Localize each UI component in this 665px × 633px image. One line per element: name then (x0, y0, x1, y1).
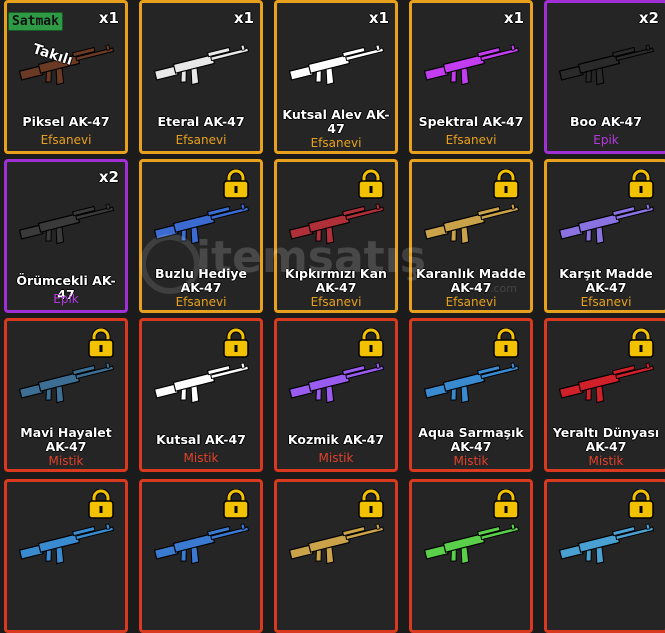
item-rarity: Efsanevi (310, 136, 362, 150)
ak47-rifle-icon (288, 362, 385, 404)
item-rarity: Efsanevi (175, 295, 227, 309)
ak47-rifle-icon (558, 44, 655, 86)
inventory-item-card[interactable]: Kozmik AK-47 Mistik (274, 318, 398, 472)
item-name: Kutsal AK-47 (156, 432, 246, 447)
item-name: Yeraltı Dünyası AK-47 (552, 425, 660, 454)
item-name: Kıpkırmızı Kan AK-47 (285, 266, 387, 295)
lock-icon (223, 169, 249, 199)
inventory-item-card[interactable]: Yeraltı Dünyası AK-47 Mistik (544, 318, 665, 472)
inventory-item-card[interactable]: Kutsal AK-47 Mistik (139, 318, 263, 472)
item-rarity: Efsanevi (310, 295, 362, 309)
ak47-rifle-icon (288, 523, 385, 565)
inventory-item-card[interactable]: x1 Kutsal Alev AK-47 Efsanevi (274, 0, 398, 154)
ak47-rifle-icon (153, 44, 250, 86)
lock-icon (358, 489, 384, 519)
ak47-rifle-icon (558, 362, 655, 404)
item-quantity: x1 (98, 9, 119, 27)
item-rarity: Mistik (183, 451, 219, 465)
inventory-item-card[interactable] (544, 479, 665, 633)
item-rarity: Mistik (453, 454, 489, 468)
item-quantity: x1 (368, 9, 389, 27)
item-rarity: Epik (593, 133, 619, 147)
ak47-rifle-icon (423, 362, 520, 404)
ak47-rifle-icon (558, 203, 655, 245)
ak47-rifle-icon (423, 203, 520, 245)
item-name: Karanlık Madde AK-47 (415, 266, 527, 295)
item-name: Kutsal Alev AK-47 (282, 107, 390, 136)
watermark-logo (140, 234, 200, 294)
inventory-item-card[interactable] (4, 479, 128, 633)
item-name: Boo AK-47 (570, 114, 642, 129)
item-name: Spektral AK-47 (418, 114, 524, 129)
item-name: Eteral AK-47 (157, 114, 245, 129)
item-name: Mavi Hayalet AK-47 (20, 425, 112, 454)
ak47-rifle-icon (18, 523, 115, 565)
item-name: Aqua Sarmaşık AK-47 (418, 425, 524, 454)
item-rarity: Mistik (588, 454, 624, 468)
ak47-rifle-icon (18, 362, 115, 404)
inventory-grid: x1 Piksel AK-47 Efsanevi x1 Eteral AK-47 Efsa… (0, 0, 665, 633)
ak47-rifle-icon (153, 362, 250, 404)
ak47-rifle-icon (558, 523, 655, 565)
item-rarity: Efsanevi (175, 133, 227, 147)
inventory-item-card[interactable] (409, 479, 533, 633)
item-name: Karşıt Madde AK-47 (559, 266, 653, 295)
item-rarity: Mistik (48, 454, 84, 468)
item-rarity: Mistik (318, 451, 354, 465)
lock-icon (88, 328, 114, 358)
item-rarity: Efsanevi (40, 133, 92, 147)
inventory-item-card[interactable] (274, 479, 398, 633)
inventory-item-card[interactable]: x1 Spektral AK-47 Efsanevi (409, 0, 533, 154)
item-quantity: x2 (98, 168, 119, 186)
item-rarity: Efsanevi (445, 295, 497, 309)
item-rarity: Epik (53, 292, 79, 306)
lock-icon (223, 328, 249, 358)
item-quantity: x1 (503, 9, 524, 27)
item-quantity: x2 (638, 9, 659, 27)
lock-icon (223, 489, 249, 519)
ak47-rifle-icon (153, 523, 250, 565)
inventory-item-card[interactable]: x1 Eteral AK-47 Efsanevi (139, 0, 263, 154)
inventory-item-card[interactable]: Mavi Hayalet AK-47 Mistik (4, 318, 128, 472)
lock-icon (493, 169, 519, 199)
item-quantity: x1 (233, 9, 254, 27)
lock-icon (628, 169, 654, 199)
ak47-rifle-icon (423, 523, 520, 565)
lock-icon (358, 169, 384, 199)
inventory-item-card[interactable]: x2 Örümcekli AK-47 Epik (4, 159, 128, 313)
inventory-item-card[interactable]: Karanlık Madde AK-47 Efsanevi (409, 159, 533, 313)
item-rarity: Efsanevi (445, 133, 497, 147)
ak47-rifle-icon (288, 44, 385, 86)
inventory-item-card[interactable]: Kıpkırmızı Kan AK-47 Efsanevi (274, 159, 398, 313)
lock-icon (628, 328, 654, 358)
item-name: Piksel AK-47 (22, 114, 110, 129)
inventory-item-card[interactable]: x2 Boo AK-47 Epik (544, 0, 665, 154)
item-rarity: Efsanevi (580, 295, 632, 309)
lock-icon (493, 328, 519, 358)
sell-button[interactable]: Satmak (8, 12, 63, 31)
inventory-item-card[interactable]: Karşıt Madde AK-47 Efsanevi (544, 159, 665, 313)
inventory-item-card[interactable] (139, 479, 263, 633)
lock-icon (88, 489, 114, 519)
lock-icon (493, 489, 519, 519)
ak47-rifle-icon (423, 44, 520, 86)
ak47-rifle-icon (18, 203, 115, 245)
ak47-rifle-icon (288, 203, 385, 245)
lock-icon (628, 489, 654, 519)
item-name: Kozmik AK-47 (287, 432, 385, 447)
lock-icon (358, 328, 384, 358)
inventory-item-card[interactable]: Aqua Sarmaşık AK-47 Mistik (409, 318, 533, 472)
